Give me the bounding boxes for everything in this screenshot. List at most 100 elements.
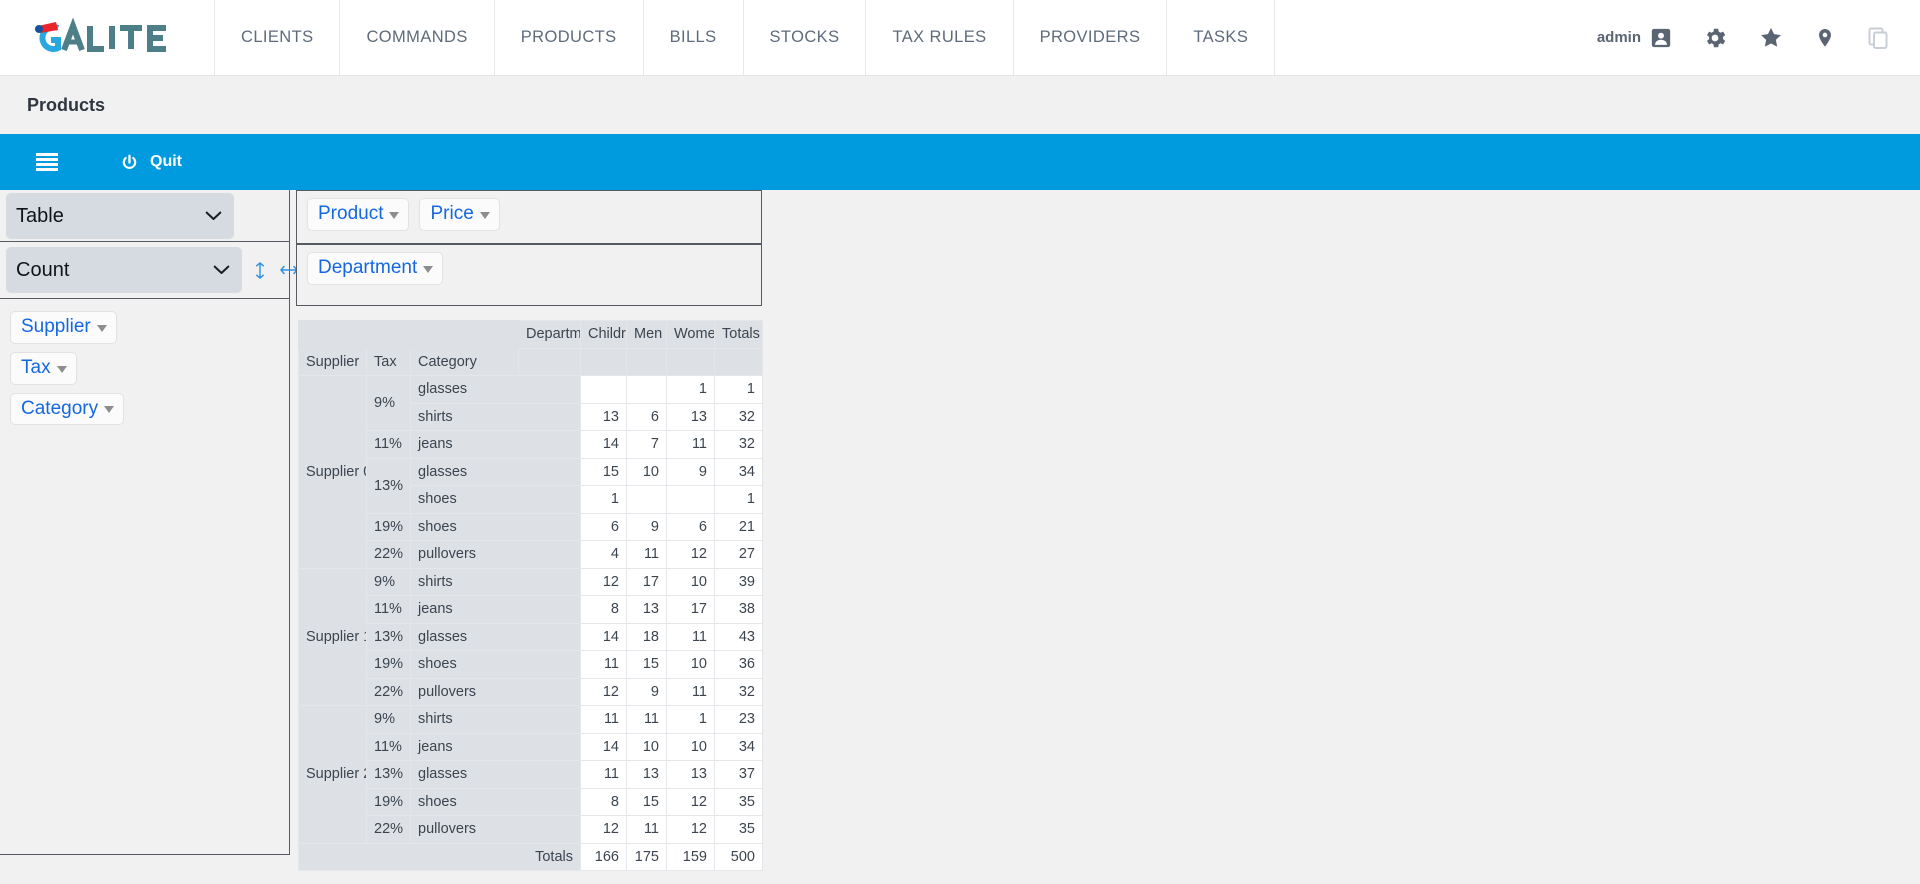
cell-value-men: 11 [626, 815, 667, 844]
cell-tax[interactable]: 11% [366, 430, 411, 459]
chevron-down-icon [423, 265, 434, 273]
row-fields-dropzone[interactable]: Supplier Tax Category [0, 299, 289, 437]
cell-value-women: 10 [666, 732, 715, 761]
aggregate-select[interactable]: Count [6, 247, 242, 293]
copy-icon[interactable] [1866, 25, 1890, 51]
cell-category[interactable]: shirts [410, 567, 581, 596]
cell-tax[interactable]: 19% [366, 512, 411, 541]
row-header-supplier[interactable]: Supplier [298, 347, 367, 376]
cell-value-total: 21 [714, 512, 763, 541]
cell-value-total: 27 [714, 540, 763, 569]
cell-category[interactable]: shirts [410, 402, 581, 431]
column-header-totals[interactable]: Totals [714, 320, 763, 349]
field-pill-supplier[interactable]: Supplier [10, 311, 117, 344]
page-title-bar: Products [0, 76, 1920, 134]
cell-value-women: 1 [666, 375, 715, 404]
quit-button[interactable]: Quit [120, 153, 182, 172]
field-pill-department[interactable]: Department [307, 252, 444, 285]
unused-fields-dropzone[interactable]: Product Price [296, 190, 762, 244]
cell-value-total: 38 [714, 595, 763, 624]
cell-category[interactable]: shirts [410, 705, 581, 734]
nav-right-actions: admin [1597, 0, 1920, 75]
cell-category[interactable]: jeans [410, 732, 581, 761]
header-spacer [580, 347, 627, 376]
cell-value-women: 9 [666, 457, 715, 486]
cell-value-women: 12 [666, 787, 715, 816]
gear-icon[interactable] [1702, 25, 1728, 51]
cell-tax[interactable]: 9% [366, 567, 411, 596]
cell-category[interactable]: glasses [410, 622, 581, 651]
cell-tax[interactable]: 19% [366, 787, 411, 816]
cell-tax[interactable]: 13% [366, 457, 411, 514]
cell-category[interactable]: jeans [410, 595, 581, 624]
field-pill-label: Department [318, 257, 418, 278]
cell-category[interactable]: glasses [410, 375, 581, 404]
field-pill-category[interactable]: Category [10, 392, 125, 426]
nav-item-commands[interactable]: COMMANDS [339, 0, 493, 75]
cell-category[interactable]: pullovers [410, 540, 581, 569]
brand-logo[interactable] [0, 0, 214, 75]
nav-item-clients[interactable]: CLIENTS [214, 0, 339, 75]
aggregate-row: Count [0, 242, 298, 299]
nav-item-providers[interactable]: PROVIDERS [1012, 0, 1167, 75]
cell-category[interactable]: shoes [410, 485, 581, 514]
cell-tax[interactable]: 22% [366, 815, 411, 844]
field-pill-price[interactable]: Price [419, 198, 500, 231]
cell-category[interactable]: glasses [410, 457, 581, 486]
expand-vertical-icon[interactable] [254, 261, 266, 279]
top-navigation-bar: CLIENTS COMMANDS PRODUCTS BILLS STOCKS T… [0, 0, 1920, 76]
cell-tax[interactable]: 13% [366, 622, 411, 651]
cell-tax[interactable]: 11% [366, 732, 411, 761]
cell-tax[interactable]: 22% [366, 540, 411, 569]
cell-category[interactable]: shoes [410, 650, 581, 679]
column-header-children[interactable]: Children [580, 320, 627, 349]
nav-item-products[interactable]: PRODUCTS [493, 0, 643, 75]
column-header-women[interactable]: Women [666, 320, 715, 349]
cell-supplier[interactable]: Supplier 2 [298, 705, 367, 844]
cell-tax[interactable]: 9% [366, 375, 411, 431]
cell-tax[interactable]: 19% [366, 650, 411, 679]
row-header-category[interactable]: Category [410, 347, 519, 376]
cell-category[interactable]: shoes [410, 787, 581, 816]
star-icon[interactable] [1758, 25, 1784, 50]
cell-tax[interactable]: 9% [366, 705, 411, 734]
column-fields-dropzone[interactable]: Department [296, 244, 762, 306]
cell-supplier[interactable]: Supplier 1 [298, 567, 367, 706]
nav-label: PRODUCTS [520, 28, 617, 46]
cell-category[interactable]: pullovers [410, 677, 581, 706]
cell-value-men [626, 485, 667, 514]
admin-account-button[interactable]: admin [1597, 27, 1672, 49]
field-pill-label: Product [318, 203, 384, 224]
nav-item-tasks[interactable]: TASKS [1166, 0, 1276, 75]
aggregate-select-wrap: Count [6, 247, 242, 293]
location-pin-icon[interactable] [1814, 25, 1836, 51]
cell-category[interactable]: shoes [410, 512, 581, 541]
cell-tax[interactable]: 11% [366, 595, 411, 624]
cell-category[interactable]: pullovers [410, 815, 581, 844]
nav-item-tax-rules[interactable]: TAX RULES [865, 0, 1012, 75]
menu-button[interactable] [36, 153, 58, 171]
table-row: 19% shoes 8 15 12 35 [299, 787, 763, 816]
column-dimension-label[interactable]: Department [518, 320, 581, 349]
cell-tax[interactable]: 22% [366, 677, 411, 706]
cell-tax[interactable]: 13% [366, 760, 411, 789]
nav-item-bills[interactable]: BILLS [642, 0, 743, 75]
column-header-men[interactable]: Men [626, 320, 667, 349]
view-type-select[interactable]: Table [6, 192, 234, 239]
cell-value-women: 11 [666, 622, 715, 651]
cell-category[interactable]: glasses [410, 760, 581, 789]
power-icon [122, 154, 137, 169]
cell-value-women: 1 [666, 705, 715, 734]
field-pill-tax[interactable]: Tax [10, 351, 77, 385]
cell-value-men [626, 375, 667, 404]
header-spacer [626, 347, 667, 376]
row-header-tax[interactable]: Tax [366, 347, 411, 376]
cell-category[interactable]: jeans [410, 430, 581, 459]
cell-value-men: 13 [626, 760, 667, 789]
cell-supplier[interactable]: Supplier 0 [298, 375, 367, 569]
nav-item-stocks[interactable]: STOCKS [742, 0, 866, 75]
table-row: 19% shoes 11 15 10 36 [299, 650, 763, 679]
cell-value-total: 39 [714, 567, 763, 596]
field-pill-product[interactable]: Product [307, 198, 410, 231]
cell-value-children: 8 [580, 787, 627, 816]
